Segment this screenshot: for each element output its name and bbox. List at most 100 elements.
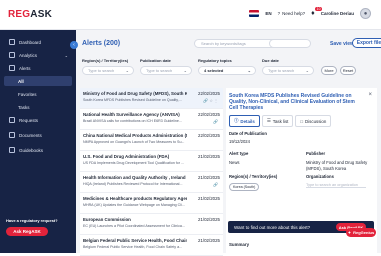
alert-title: China National Medical Products Administ… <box>83 133 187 138</box>
chevron-down-icon: ⌄ <box>247 68 251 73</box>
analytics-icon <box>9 52 15 58</box>
chevron-down-icon: ⌄ <box>64 52 68 58</box>
requests-icon <box>9 117 15 123</box>
alert-date: 21/02/2025 <box>198 217 220 222</box>
help-link[interactable]: ? Need help? <box>278 11 306 16</box>
topics-value: 4 selected <box>204 68 224 73</box>
sidebar-item-requests[interactable]: Requests <box>4 115 72 125</box>
tab-details[interactable]: ⓘ Details <box>229 115 260 127</box>
list-item[interactable]: Health Information and Quality Authority… <box>80 172 223 193</box>
alert-title: National Health Surveillance Agency (ANV… <box>83 112 180 117</box>
sidebar-item-alerts[interactable]: Alerts <box>4 63 72 73</box>
chevron-down-icon: ⌄ <box>125 68 129 73</box>
chevron-down-icon: ⌄ <box>183 68 187 73</box>
sidebar-item-documents[interactable]: Documents <box>4 130 72 140</box>
region-filter-label: Region(s) / Territory(ies) <box>82 58 129 63</box>
view-select[interactable] <box>269 39 311 48</box>
save-view-button[interactable]: Save view <box>330 41 354 47</box>
row-action-icons[interactable]: 🔗☆⋮ <box>203 98 219 103</box>
pubdate-filter-select[interactable]: Type to search ⌄ <box>140 66 192 75</box>
pubdate-value: 19/12/2024 <box>229 139 250 144</box>
ask-regask-button[interactable]: Ask RegASK <box>6 227 48 236</box>
list-item[interactable]: China National Medical Products Administ… <box>80 130 223 151</box>
alert-date: 21/02/2025 <box>198 238 220 243</box>
sidebar-item-analytics[interactable]: Analytics ⌄ <box>4 50 72 60</box>
alerts-icon <box>9 65 15 71</box>
user-name[interactable]: Caroline Deriau <box>321 11 354 16</box>
alert-title: U.S. Food and Drug Administration (FDA) <box>83 154 170 159</box>
chevron-down-icon: ⌄ <box>305 68 309 73</box>
export-file-button[interactable]: Export file <box>352 38 381 48</box>
region-filter-select[interactable]: Type to search ⌄ <box>82 66 134 75</box>
sidebar-item-dashboard[interactable]: Dashboard <box>4 37 72 47</box>
list-item[interactable]: Ministry of Food and Drug Safety (MFDS),… <box>80 88 223 109</box>
organizations-label: Organizations <box>306 174 334 179</box>
sidebar-item-guidebooks[interactable]: Guidebooks <box>4 145 72 155</box>
tab-task-list[interactable]: ☰ Task list <box>261 115 294 127</box>
alert-date: 22/02/2025 <box>198 91 220 96</box>
checklist-icon: ☰ <box>266 118 271 123</box>
reset-filters-button[interactable]: Reset <box>340 66 356 75</box>
search-input[interactable]: Search by keywords/tags <box>194 39 278 48</box>
dashboard-icon <box>9 39 15 45</box>
avatar[interactable]: ● <box>360 8 371 19</box>
logo-red-text: REG <box>8 9 31 20</box>
list-item[interactable]: European Commission EC (EU) Launches a P… <box>80 214 223 235</box>
help-label: Need help? <box>282 11 306 16</box>
publisher-value-line2: (MFDS), South Korea <box>306 166 347 171</box>
list-item[interactable]: U.S. Food and Drug Administration (FDA) … <box>80 151 223 172</box>
guidebooks-icon <box>9 147 15 153</box>
pubdate-label: Date of Publication <box>229 131 267 136</box>
alert-date: 22/02/2025 <box>198 112 220 117</box>
topics-filter-select[interactable]: 4 selected ⌄ <box>198 66 256 75</box>
notification-count-badge: 10 <box>315 7 323 11</box>
link-icon[interactable]: 🔗 <box>213 119 219 124</box>
sidebar-item-label: Requests <box>19 117 39 123</box>
close-icon[interactable]: × <box>368 92 372 98</box>
link-icon[interactable]: 🔗 <box>213 182 219 187</box>
sidebar-item-favorites[interactable]: Favorites <box>4 89 72 99</box>
organization-search-input[interactable]: Type to search an organization <box>306 183 366 188</box>
region-chip[interactable]: Korea (South) <box>229 183 260 191</box>
alert-subtitle: US FDA Implements Drug Development Tool … <box>83 161 184 165</box>
banner-text: Want to find out more about this alert? <box>234 224 311 230</box>
alert-title: Belgian Federal Public Service Health, F… <box>83 238 187 243</box>
uk-flag-icon[interactable] <box>249 10 260 17</box>
duedate-placeholder: Type to search <box>268 68 295 73</box>
sidebar-item-label: Guidebooks <box>19 147 44 153</box>
notifications-bell-icon[interactable]: ♦ 10 <box>311 7 323 17</box>
topics-filter-label: Regulatory topics <box>198 58 232 63</box>
alert-subtitle: EC (EU) Launches a Pilot Coordinated Ass… <box>83 224 185 228</box>
alert-subtitle: NMPA Approved on Guangxi's Launch of Two… <box>83 140 185 144</box>
tab-label: Discussion <box>305 118 327 124</box>
pubdate-placeholder: Type to search <box>146 68 173 73</box>
alert-date: 22/02/2025 <box>198 133 220 138</box>
chat-button-label: RegGenius <box>353 230 375 235</box>
tab-discussion[interactable]: □ Discussion <box>295 115 332 127</box>
sidebar-item-label: Alerts <box>19 65 31 71</box>
tab-label: Details <box>240 118 255 124</box>
regask-logo[interactable]: REGASK <box>8 9 52 20</box>
alert-subtitle: Brazil ANVISA calls for contributions on… <box>83 119 182 123</box>
sidebar-item-all[interactable]: All <box>4 76 72 86</box>
tab-label: Task list <box>272 118 289 124</box>
duedate-filter-select[interactable]: Type to search ⌄ <box>262 66 314 75</box>
alert-title: Medicines & Healthcare products Regulato… <box>83 196 187 201</box>
alert-subtitle: South Korea MFDS Publishes Revised Guide… <box>83 98 182 102</box>
language-selector[interactable]: EN <box>265 11 271 16</box>
question-icon: ? <box>277 11 281 16</box>
list-item[interactable]: Medicines & Healthcare products Regulato… <box>80 193 223 214</box>
alert-date: 21/02/2025 <box>198 175 220 180</box>
alert-title: European Commission <box>83 217 131 222</box>
reggenius-chat-button[interactable]: ✦ RegGenius <box>346 228 376 237</box>
list-item[interactable]: National Health Surveillance Agency (ANV… <box>80 109 223 130</box>
sidebar-item-tasks[interactable]: Tasks <box>4 102 72 112</box>
alert-list: Ministry of Food and Drug Safety (MFDS),… <box>80 88 223 256</box>
more-filters-button[interactable]: More <box>321 66 337 75</box>
publisher-label: Publisher <box>306 151 326 156</box>
alert-type-value: News <box>229 160 240 165</box>
chat-icon: □ <box>300 118 304 124</box>
logo-dark-text: ASK <box>30 9 52 20</box>
sparkle-icon: ✦ <box>347 230 352 235</box>
publisher-value-line1: Ministry of Food and Drug Safety <box>306 160 368 165</box>
